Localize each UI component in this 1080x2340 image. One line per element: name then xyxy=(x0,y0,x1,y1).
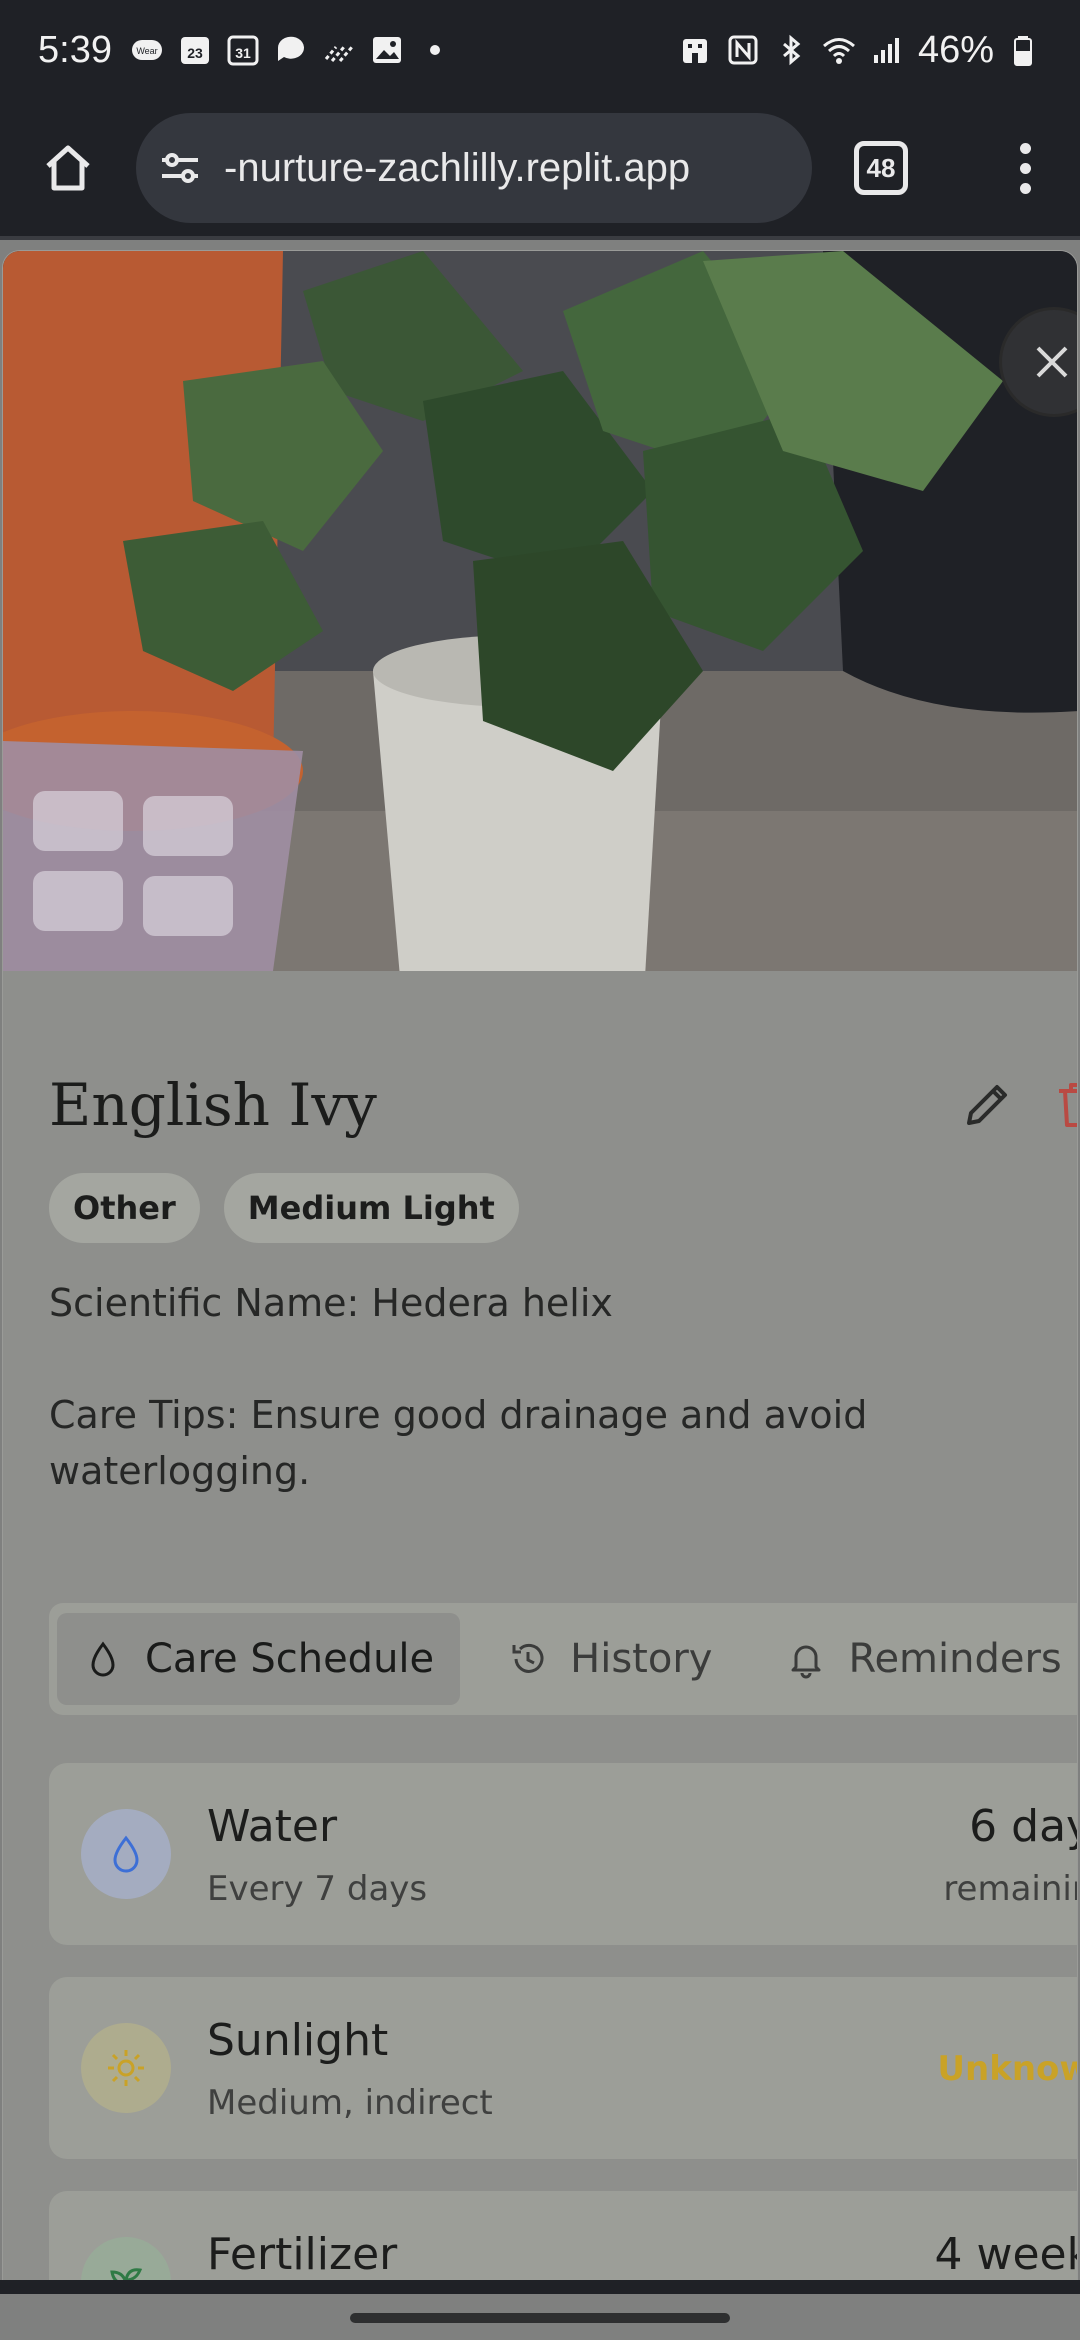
card-title: Water xyxy=(207,1801,338,1852)
close-icon xyxy=(1036,346,1068,378)
cell-signal-icon xyxy=(870,33,904,67)
address-bar[interactable]: -nurture-zachlilly.replit.app xyxy=(136,113,812,223)
card-value: 4 weeks xyxy=(934,2229,1077,2280)
wear-label: Wear xyxy=(136,46,157,56)
water-drop-icon xyxy=(91,1641,115,1677)
schedule-card-water: Water Every 7 days 6 days remaining xyxy=(49,1763,1077,1945)
delete-button[interactable] xyxy=(1051,1077,1077,1137)
sprout-icon xyxy=(110,2268,143,2280)
card-title: Fertilizer xyxy=(207,2229,398,2280)
card-subtitle: Medium, indirect xyxy=(207,2083,493,2123)
home-button[interactable] xyxy=(30,130,106,206)
card-subtitle: Every 7 days xyxy=(207,1869,428,1909)
site-settings-icon[interactable] xyxy=(158,146,202,190)
water-icon-badge xyxy=(81,1809,171,1899)
url-text[interactable]: -nurture-zachlilly.replit.app xyxy=(224,146,690,191)
calendar-23-label: 23 xyxy=(187,45,203,61)
plant-detail-modal: English Ivy Other Medium Light Scientifi… xyxy=(2,250,1078,2280)
edit-button[interactable] xyxy=(959,1077,1019,1137)
notification-icons: Wear 23 31 xyxy=(130,33,452,67)
wifi-icon xyxy=(822,33,856,67)
plant-name: English Ivy xyxy=(49,1071,377,1139)
bell-icon xyxy=(791,1645,821,1679)
dot-icon xyxy=(418,33,452,67)
wear-icon: Wear xyxy=(130,33,164,67)
tab-history[interactable]: History xyxy=(482,1613,738,1705)
schedule-card-sunlight: Sunlight Medium, indirect Unknown xyxy=(49,1977,1077,2159)
browser-menu-button[interactable] xyxy=(1010,138,1040,198)
battery-percentage: 46% xyxy=(917,28,994,71)
calendar-31-icon: 31 xyxy=(226,33,260,67)
history-icon xyxy=(512,1643,544,1673)
card-value-sub: remaining xyxy=(943,1869,1077,1909)
sprout-icon-badge xyxy=(81,2237,171,2280)
scientific-name: Scientific Name: Hedera helix xyxy=(49,1281,613,1325)
image-icon xyxy=(370,33,404,67)
status-time: 5:39 xyxy=(38,28,112,71)
sun-icon xyxy=(108,2050,144,2086)
schedule-card-fertilizer: Fertilizer 4 weeks xyxy=(49,2191,1077,2280)
card-status: Unknown xyxy=(937,2049,1077,2089)
plant-tags: Other Medium Light xyxy=(49,1173,519,1243)
tag-light: Medium Light xyxy=(223,1173,519,1243)
trash-icon xyxy=(1059,1083,1077,1127)
tab-label: History xyxy=(570,1636,713,1682)
card-title: Sunlight xyxy=(207,2015,389,2066)
status-bar: 5:39 Wear 23 31 46% xyxy=(0,0,1080,100)
water-drop-icon xyxy=(113,1835,139,1873)
page-bottom-edge xyxy=(0,2280,1080,2294)
signal-dots-icon xyxy=(322,33,356,67)
pencil-icon xyxy=(967,1085,1007,1125)
battery-icon xyxy=(1008,33,1042,67)
sun-icon-badge xyxy=(81,2023,171,2113)
plant-photo xyxy=(3,251,1077,971)
tab-switcher-button[interactable]: 48 xyxy=(854,141,908,195)
tab-label: Reminders xyxy=(848,1636,1062,1682)
chat-bubble-icon xyxy=(274,33,308,67)
gesture-handle[interactable] xyxy=(350,2313,730,2323)
tab-care-schedule[interactable]: Care Schedule xyxy=(57,1613,461,1705)
card-value: 6 days xyxy=(969,1801,1077,1852)
browser-toolbar: -nurture-zachlilly.replit.app 48 xyxy=(0,100,1080,236)
care-tips: Care Tips: Ensure good drainage and avoi… xyxy=(49,1393,868,1493)
home-icon xyxy=(46,145,90,191)
system-icons: 46% xyxy=(678,29,1042,72)
nfc-icon xyxy=(726,33,760,67)
building-icon xyxy=(678,33,712,67)
tab-reminders[interactable]: Reminders xyxy=(760,1613,1077,1705)
more-vert-icon xyxy=(1019,142,1031,154)
tag-category: Other xyxy=(49,1173,200,1243)
tab-label: Care Schedule xyxy=(145,1636,435,1682)
bluetooth-icon xyxy=(774,33,808,67)
detail-tabs: Care Schedule History Reminders xyxy=(49,1603,1077,1715)
calendar-23-icon: 23 xyxy=(178,33,212,67)
calendar-31-label: 31 xyxy=(235,45,251,61)
page-content: English Ivy Other Medium Light Scientifi… xyxy=(0,240,1080,2280)
